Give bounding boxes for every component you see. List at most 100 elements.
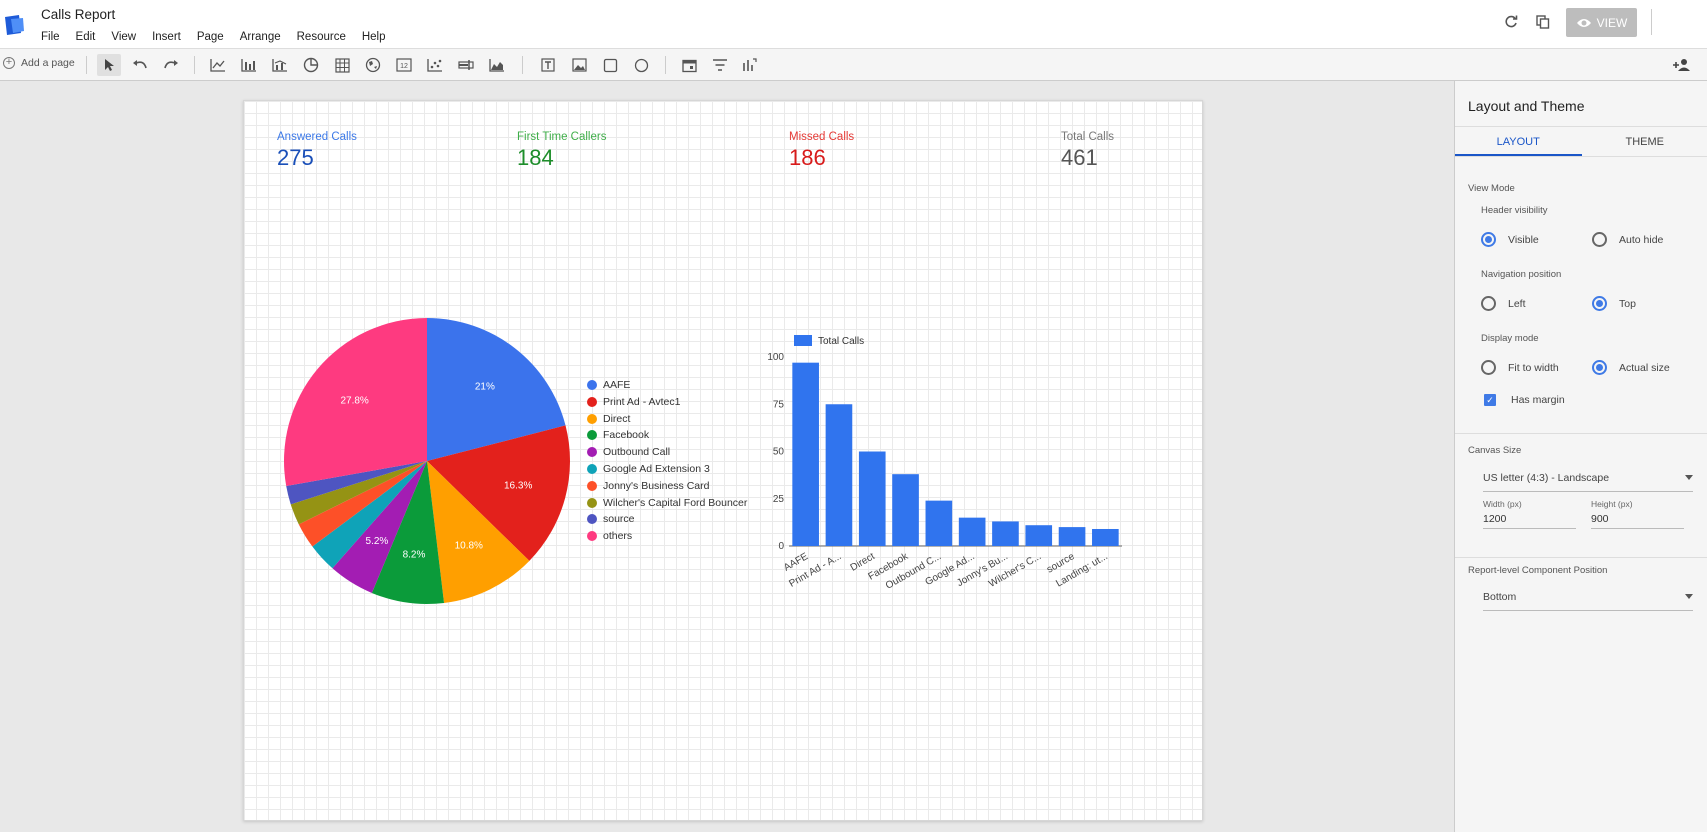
canvas-size-select[interactable]: US letter (4:3) - Landscape <box>1483 472 1693 492</box>
table-icon[interactable] <box>330 54 354 76</box>
legend-label: source <box>603 513 635 526</box>
share-add-person-icon[interactable] <box>1670 54 1694 76</box>
filter-control-icon[interactable] <box>708 54 732 76</box>
menu-edit[interactable]: Edit <box>76 31 96 43</box>
data-studio-logo[interactable] <box>3 13 27 37</box>
bar[interactable] <box>1058 527 1086 546</box>
text-tool-icon[interactable] <box>536 54 560 76</box>
legend-item[interactable]: AAFE <box>587 379 630 391</box>
date-range-icon[interactable] <box>677 54 701 76</box>
scatter-chart-icon[interactable] <box>423 54 447 76</box>
radio-unselected-icon <box>1592 232 1607 247</box>
menu-arrange[interactable]: Arrange <box>240 31 281 43</box>
legend-item[interactable]: Jonny's Business Card <box>587 480 709 492</box>
scorecard-answered-calls[interactable]: Answered Calls 275 <box>277 131 357 171</box>
report-title[interactable]: Calls Report <box>41 7 115 22</box>
tab-layout[interactable]: LAYOUT <box>1455 127 1582 156</box>
radio-unselected-icon <box>1481 360 1496 375</box>
radio-left[interactable]: Left <box>1481 296 1526 311</box>
circle-tool-icon[interactable] <box>629 54 653 76</box>
radio-visible[interactable]: Visible <box>1481 232 1539 247</box>
pie-chart-icon[interactable] <box>299 54 323 76</box>
component-position-select[interactable]: Bottom <box>1483 591 1693 611</box>
bar[interactable] <box>1092 528 1119 546</box>
bar[interactable] <box>992 521 1019 546</box>
radio-actual-size[interactable]: Actual size <box>1592 360 1670 375</box>
navigation-position-label: Navigation position <box>1481 269 1562 280</box>
toolbar-divider <box>86 56 87 74</box>
report-canvas[interactable]: Answered Calls 275 First Time Callers 18… <box>243 100 1203 821</box>
legend-item[interactable]: source <box>587 513 635 525</box>
view-mode-heading: View Mode <box>1468 183 1515 194</box>
bar-chart[interactable]: Total Calls0255075100AAFEPrint Ad - A...… <box>764 326 1164 616</box>
bar[interactable] <box>925 500 953 546</box>
bar[interactable] <box>792 362 819 546</box>
radio-top[interactable]: Top <box>1592 296 1636 311</box>
view-button[interactable]: VIEW <box>1566 8 1637 37</box>
scorecard-total-calls[interactable]: Total Calls 461 <box>1061 131 1114 171</box>
canvas-size-value: US letter (4:3) - Landscape <box>1483 472 1610 484</box>
menu-help[interactable]: Help <box>362 31 386 43</box>
legend-item[interactable]: Facebook <box>587 429 649 441</box>
bar[interactable] <box>892 474 919 546</box>
radio-fit-to-width[interactable]: Fit to width <box>1481 360 1559 375</box>
data-control-icon[interactable] <box>737 54 761 76</box>
rectangle-tool-icon[interactable] <box>598 54 622 76</box>
legend-label: Facebook <box>603 429 650 442</box>
legend-item[interactable]: Wilcher's Capital Ford Bouncer <box>587 497 747 509</box>
bullet-chart-icon[interactable] <box>454 54 478 76</box>
bar-legend-label: Total Calls <box>818 336 864 347</box>
radio-auto-hide-label: Auto hide <box>1619 233 1664 246</box>
image-tool-icon[interactable] <box>567 54 591 76</box>
time-series-chart-icon[interactable] <box>206 54 230 76</box>
width-label: Width (px) <box>1483 499 1522 509</box>
bar[interactable] <box>1025 525 1053 546</box>
scorecard-first-time-callers[interactable]: First Time Callers 184 <box>517 131 606 171</box>
combo-chart-icon[interactable] <box>268 54 292 76</box>
bar[interactable] <box>858 451 886 547</box>
undo-icon[interactable] <box>128 54 152 76</box>
menu-file[interactable]: File <box>41 31 60 43</box>
menu-resource[interactable]: Resource <box>297 31 346 43</box>
legend-item[interactable]: others <box>587 530 632 542</box>
legend-item[interactable]: Print Ad - Avtec1 <box>587 396 680 408</box>
legend-swatch <box>587 497 597 508</box>
legend-label: others <box>603 530 633 543</box>
width-field[interactable]: Width (px) 1200 <box>1483 499 1576 529</box>
legend-item[interactable]: Direct <box>587 413 630 425</box>
display-mode-label: Display mode <box>1481 333 1539 344</box>
copy-icon[interactable] <box>1533 12 1553 32</box>
bar-chart-icon[interactable] <box>237 54 261 76</box>
eye-icon <box>1576 18 1591 27</box>
bar[interactable] <box>825 404 853 546</box>
app-header: Calls Report File Edit View Insert Page … <box>0 0 1707 48</box>
legend-item[interactable]: Google Ad Extension 3 <box>587 463 710 475</box>
legend-swatch <box>587 413 597 424</box>
radio-auto-hide[interactable]: Auto hide <box>1592 232 1663 247</box>
scorecard-value: 184 <box>517 145 554 170</box>
menu-view[interactable]: View <box>111 31 136 43</box>
menu-insert[interactable]: Insert <box>152 31 181 43</box>
legend-item[interactable]: Outbound Call <box>587 446 670 458</box>
y-tick-label: 50 <box>773 447 785 458</box>
geo-map-icon[interactable] <box>361 54 385 76</box>
legend-swatch <box>587 447 597 458</box>
height-field[interactable]: Height (px) 900 <box>1591 499 1684 529</box>
refresh-icon[interactable] <box>1501 12 1521 32</box>
width-input[interactable]: 1200 <box>1483 513 1576 529</box>
height-input[interactable]: 900 <box>1591 513 1684 529</box>
area-chart-icon[interactable] <box>485 54 509 76</box>
redo-icon[interactable] <box>159 54 183 76</box>
pie-chart[interactable]: 21% 16.3% 10.8% 8.2% 5.2% 27.8% <box>282 316 572 606</box>
menu-page[interactable]: Page <box>197 31 224 43</box>
legend-swatch <box>587 531 597 542</box>
bar[interactable] <box>958 517 986 546</box>
scorecard-icon[interactable]: 12 <box>392 54 416 76</box>
add-page-button[interactable]: + Add a page <box>3 57 75 69</box>
has-margin-checkbox[interactable]: ✓ Has margin <box>1484 394 1565 406</box>
tab-theme[interactable]: THEME <box>1582 127 1707 156</box>
scorecard-missed-calls[interactable]: Missed Calls 186 <box>789 131 854 171</box>
toolbar: + Add a page 12 <box>0 48 1707 81</box>
select-tool-icon[interactable] <box>97 54 121 76</box>
radio-left-label: Left <box>1508 297 1526 310</box>
